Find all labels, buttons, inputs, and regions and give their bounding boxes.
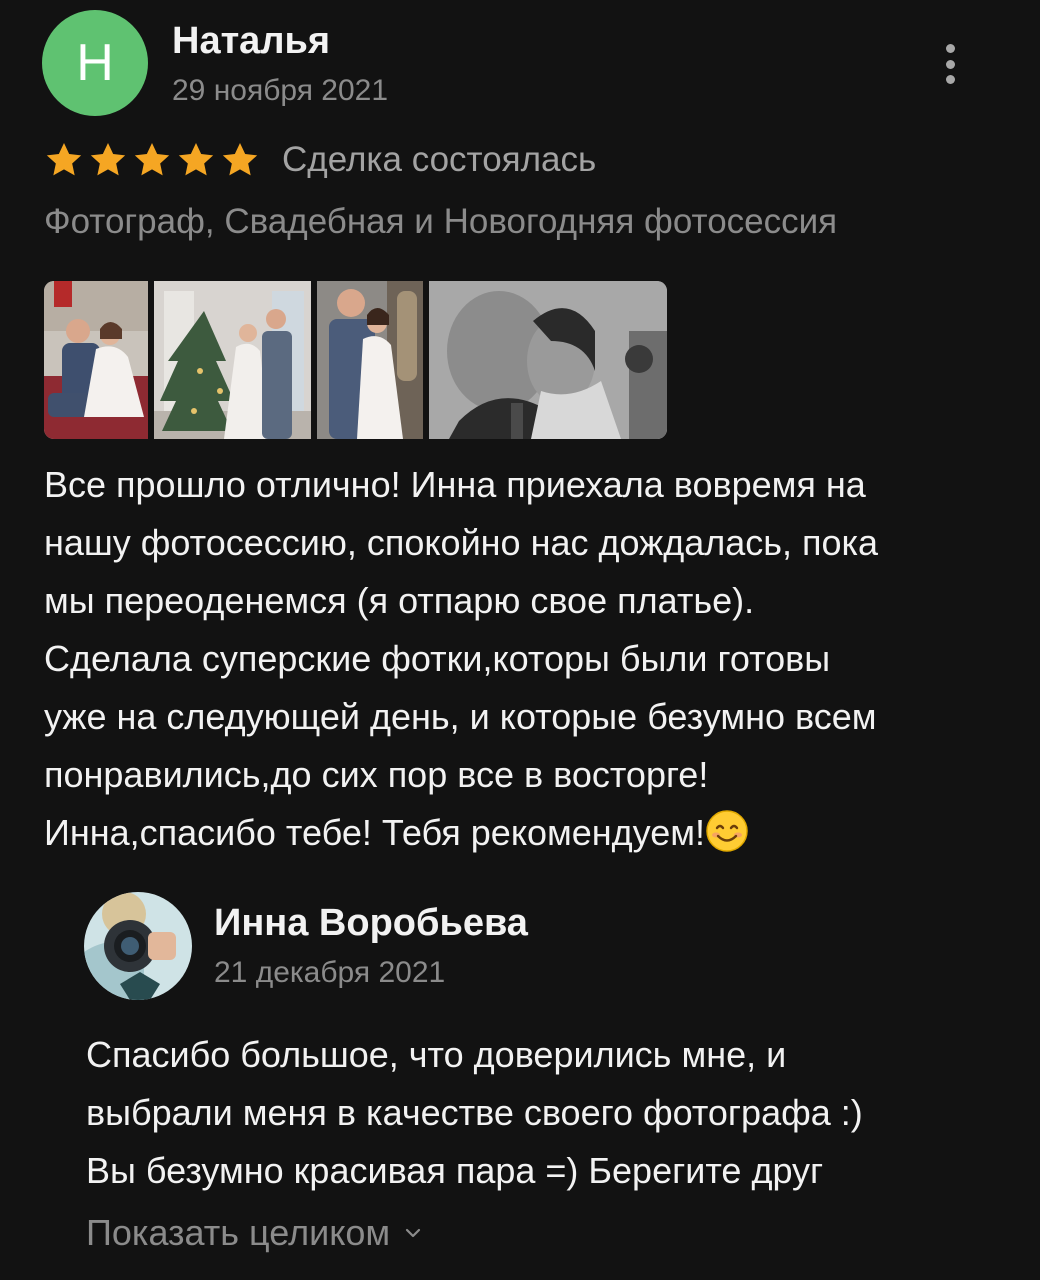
deal-status: Сделка состоялась bbox=[282, 140, 597, 179]
star-icon bbox=[178, 143, 214, 176]
avatar[interactable]: Н bbox=[42, 10, 148, 116]
review-photo[interactable] bbox=[317, 281, 423, 439]
more-dot bbox=[945, 44, 955, 53]
avatar-letter: Н bbox=[76, 34, 114, 92]
review-date: 29 ноября 2021 bbox=[172, 74, 389, 107]
review-photos bbox=[44, 281, 667, 439]
more-options-button[interactable] bbox=[930, 42, 970, 86]
reply-author-name[interactable]: Инна Воробьева bbox=[214, 902, 528, 945]
show-more-button[interactable]: Показать целиком bbox=[86, 1212, 424, 1254]
author-name[interactable]: Наталья bbox=[172, 20, 330, 63]
star-icon bbox=[222, 143, 258, 176]
review-text-line: Все прошло отлично! Инна приехала воврем… bbox=[44, 464, 866, 505]
reply-text-line: Вы безумно красивая пара =) Берегите дру… bbox=[86, 1150, 824, 1191]
smiling-face-icon bbox=[706, 810, 748, 852]
rating-row: Сделка состоялась bbox=[44, 140, 596, 180]
review-text-line-last: Инна,спасибо тебе! Тебя рекомендуем! bbox=[44, 804, 1014, 862]
chevron-down-icon bbox=[406, 1228, 421, 1238]
wedding-photo-4-icon bbox=[429, 281, 667, 439]
review-photo[interactable] bbox=[44, 281, 148, 439]
star-icon bbox=[46, 143, 82, 176]
reply-text-line: выбрали меня в качестве своего фотографа… bbox=[86, 1092, 863, 1133]
review-text-line: Инна,спасибо тебе! Тебя рекомендуем! bbox=[44, 812, 706, 853]
review-text-line: мы переоденемся (я отпарю свое платье). bbox=[44, 580, 755, 621]
star-icon bbox=[134, 143, 170, 176]
review-text-line: уже на следующей день, и которые безумно… bbox=[44, 696, 877, 737]
reply-text: Спасибо большое, что доверились мне, и в… bbox=[86, 1026, 1006, 1200]
wedding-photo-2-icon bbox=[154, 281, 311, 439]
more-dot bbox=[945, 59, 955, 69]
reply-date: 21 декабря 2021 bbox=[214, 956, 446, 989]
star-icon bbox=[90, 143, 126, 176]
wedding-photo-1-icon bbox=[44, 281, 148, 439]
service-category: Фотограф, Свадебная и Новогодняя фотосес… bbox=[44, 202, 838, 241]
reply-avatar[interactable] bbox=[84, 892, 192, 1000]
reply-text-line: Спасибо большое, что доверились мне, и bbox=[86, 1034, 787, 1075]
review-photo[interactable] bbox=[429, 281, 667, 439]
review-photo[interactable] bbox=[154, 281, 311, 439]
wedding-photo-3-icon bbox=[317, 281, 423, 439]
show-more-label: Показать целиком bbox=[86, 1212, 391, 1253]
review-text: Все прошло отлично! Инна приехала воврем… bbox=[44, 456, 1014, 862]
review-text-line: Сделала суперские фотки,которы были гото… bbox=[44, 638, 831, 679]
more-dot bbox=[945, 75, 955, 84]
photographer-avatar-icon bbox=[84, 892, 192, 1000]
star-rating bbox=[44, 140, 260, 180]
review-text-line: понравились,до сих пор все в восторге! bbox=[44, 754, 709, 795]
review-text-line: нашу фотосессию, спокойно нас дождалась,… bbox=[44, 522, 879, 563]
